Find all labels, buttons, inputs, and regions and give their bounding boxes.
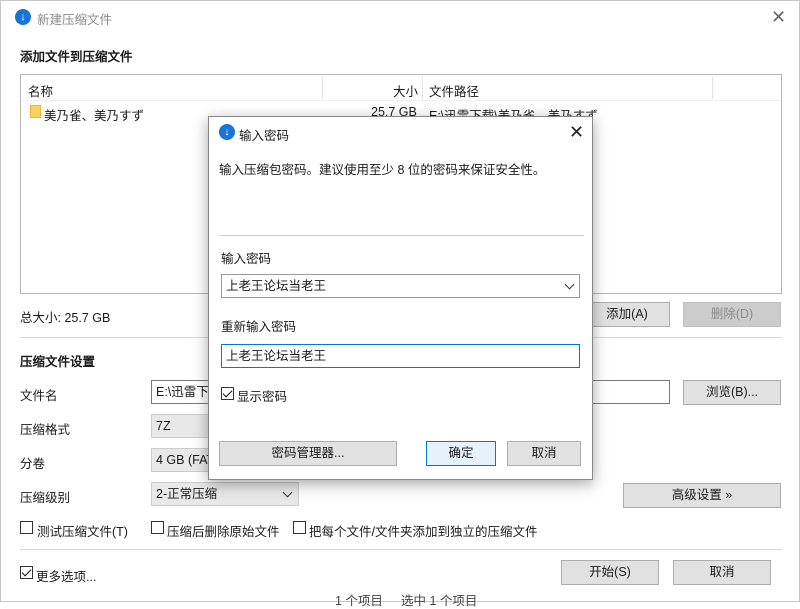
advanced-settings-button[interactable]: 高级设置 »: [623, 483, 781, 508]
close-icon[interactable]: ✕: [569, 123, 584, 141]
start-button[interactable]: 开始(S): [561, 560, 659, 585]
show-password-checkbox[interactable]: [221, 387, 234, 400]
app-logo-icon: ↓: [15, 9, 31, 25]
column-header-name[interactable]: 名称: [28, 81, 53, 100]
folder-icon: [30, 105, 41, 118]
reenter-password-input[interactable]: 上老王论坛当老王: [221, 344, 580, 368]
row-name: 美乃雀、美乃すず: [44, 109, 145, 123]
browse-button[interactable]: 浏览(B)...: [683, 380, 781, 405]
filename-label: 文件名: [20, 389, 58, 403]
delete-source-label: 压缩后删除原始文件: [167, 525, 280, 539]
close-icon[interactable]: ✕: [771, 8, 786, 26]
level-label: 压缩级别: [20, 491, 71, 505]
password-input[interactable]: 上老王论坛当老王: [221, 274, 580, 298]
section-add-title: 添加文件到压缩文件: [20, 50, 133, 64]
more-options-label[interactable]: 更多选项...: [36, 566, 96, 585]
chevron-down-icon[interactable]: [564, 279, 575, 290]
window-title: 新建压缩文件: [37, 13, 113, 27]
test-archive-label: 测试压缩文件(T): [37, 525, 128, 539]
separate-archives-checkbox[interactable]: [293, 521, 306, 534]
list-header: 名称 大小 文件路径: [21, 75, 781, 101]
title-bar: ↓ 新建压缩文件 ✕: [1, 1, 799, 33]
total-size-label: 总大小: 25.7 GB: [20, 311, 111, 325]
ok-button[interactable]: 确定: [426, 441, 496, 466]
password-manager-button[interactable]: 密码管理器...: [219, 441, 397, 466]
password-dialog: ↓ 输入密码 ✕ 输入压缩包密码。建议使用至少 8 位的密码来保证安全性。 输入…: [208, 116, 593, 480]
password-input-value: 上老王论坛当老王: [226, 279, 327, 293]
chevron-down-icon: [282, 487, 293, 498]
column-header-size[interactable]: 大小: [393, 81, 418, 100]
dialog-description: 输入压缩包密码。建议使用至少 8 位的密码来保证安全性。: [219, 163, 546, 177]
dialog-title: 输入密码: [239, 129, 290, 143]
cancel-button[interactable]: 取消: [673, 560, 771, 585]
format-label: 压缩格式: [20, 423, 71, 437]
split-label: 分卷: [20, 457, 46, 471]
separate-archives-label: 把每个文件/文件夹添加到独立的压缩文件: [309, 525, 538, 539]
level-select[interactable]: 2-正常压缩: [151, 482, 299, 506]
reenter-label: 重新输入密码: [221, 320, 297, 334]
column-header-path[interactable]: 文件路径: [429, 81, 479, 100]
section-settings-title: 压缩文件设置: [20, 355, 96, 369]
delete-button[interactable]: 删除(D): [683, 302, 781, 327]
divider: [219, 235, 584, 236]
more-options-checkbox[interactable]: [20, 566, 33, 579]
show-password-label: 显示密码: [237, 390, 288, 404]
divider: [20, 549, 782, 550]
test-archive-checkbox[interactable]: [20, 521, 33, 534]
app-logo-icon: ↓: [219, 124, 235, 140]
status-selected-count: 选中 1 个项目: [401, 594, 478, 608]
password-label: 输入密码: [221, 252, 272, 266]
level-select-value: 2-正常压缩: [156, 487, 218, 501]
status-item-count: 1 个项目: [335, 594, 383, 608]
dialog-cancel-button[interactable]: 取消: [507, 441, 581, 466]
delete-source-checkbox[interactable]: [151, 521, 164, 534]
add-button[interactable]: 添加(A): [584, 302, 670, 327]
